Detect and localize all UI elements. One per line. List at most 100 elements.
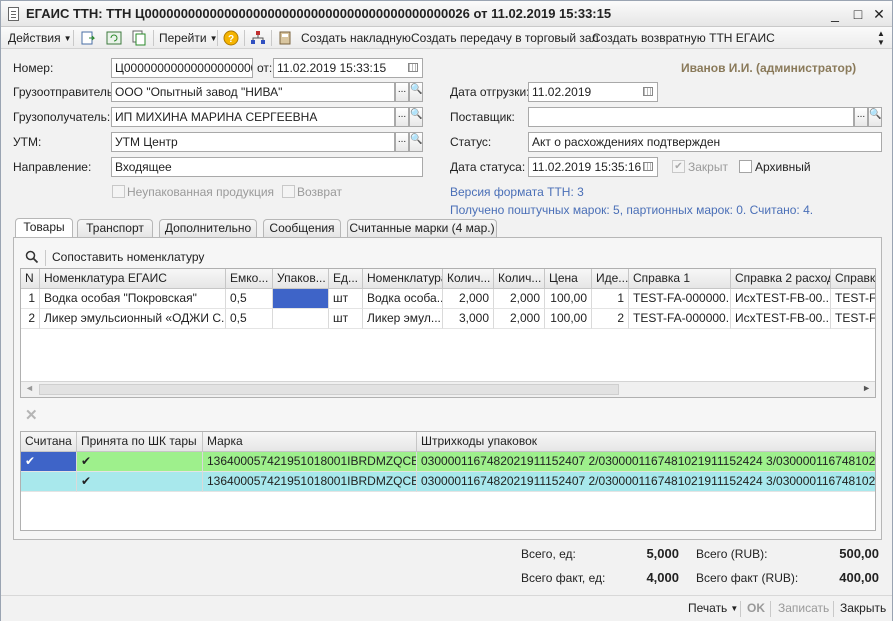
status-field[interactable]: Акт о расхождениях подтвержден	[528, 132, 882, 152]
date-field[interactable]: 11.02.2019 15:33:15	[273, 58, 423, 78]
calendar-icon[interactable]	[643, 162, 653, 171]
toolbar-separator	[73, 30, 74, 46]
consignee-field[interactable]: ИП МИХИНА МАРИНА СЕРГЕЕВНА	[111, 107, 395, 127]
document-window: ЕГАИС ТТН: ТТН Ц000000000000000000000000…	[0, 0, 893, 621]
status-date-field[interactable]: 11.02.2019 15:35:16	[528, 157, 658, 177]
supplier-open-icon[interactable]: 🔍	[868, 107, 882, 127]
toolbar-separator	[244, 30, 245, 46]
archived-checkbox[interactable]	[739, 160, 752, 173]
copy-document-icon[interactable]	[131, 30, 147, 46]
consignee-open-icon[interactable]: 🔍	[409, 107, 423, 127]
goods-horizontal-scrollbar[interactable]: ◄ ►	[21, 381, 875, 397]
utm-field[interactable]: УТМ Центр	[111, 132, 395, 152]
direction-field[interactable]: Входящее	[111, 157, 423, 177]
shipper-select-button[interactable]: ...	[395, 82, 409, 102]
column-header[interactable]: Справка 2 расход	[731, 269, 831, 289]
cell-package[interactable]	[273, 289, 329, 309]
create-return-button[interactable]: Создать возвратную ТТН ЕГАИС	[592, 30, 775, 46]
consignee-select-button[interactable]: ...	[395, 107, 409, 127]
post-document-icon[interactable]	[80, 30, 96, 46]
cell-price: 100,00	[545, 309, 592, 329]
tab-read-marks[interactable]: Считанные марки (4 мар.)	[347, 219, 497, 238]
scroll-left-icon[interactable]: ◄	[25, 383, 34, 393]
shipper-open-icon[interactable]: 🔍	[409, 82, 423, 102]
cell-package[interactable]	[273, 309, 329, 329]
number-field[interactable]: Ц000000000000000000000000000000000000000…	[111, 58, 253, 78]
print-invoice-icon[interactable]	[277, 30, 293, 46]
close-window-button[interactable]: ✕	[870, 5, 888, 23]
save-button[interactable]: Записать	[778, 600, 829, 616]
maximize-button[interactable]: □	[849, 5, 867, 23]
toolbar-overflow-icon[interactable]: ▲ ▼	[877, 29, 885, 47]
goods-table: N Номенклатура ЕГАИС Емко... Упаков... Е…	[20, 268, 876, 398]
toolbar-separator	[45, 250, 46, 266]
calendar-icon[interactable]	[408, 63, 418, 72]
footer-separator	[833, 601, 834, 617]
scroll-thumb[interactable]	[39, 384, 619, 395]
supplier-field[interactable]	[528, 107, 854, 127]
scroll-right-icon[interactable]: ►	[862, 383, 871, 393]
column-header[interactable]: Справка	[831, 269, 875, 289]
structure-icon[interactable]	[250, 30, 266, 46]
column-header[interactable]: Упаков...	[273, 269, 329, 289]
cell-read-check[interactable]: ✔	[21, 452, 77, 472]
closed-checkbox[interactable]: ✔	[672, 160, 685, 173]
ok-button[interactable]: OK	[747, 600, 765, 616]
column-header[interactable]: Номенклатура ЕГАИС	[40, 269, 226, 289]
cell-accepted-check[interactable]: ✔	[77, 452, 203, 472]
minimize-button[interactable]: _	[826, 5, 844, 23]
unpacked-checkbox[interactable]	[112, 185, 125, 198]
utm-open-icon[interactable]: 🔍	[409, 132, 423, 152]
cell-cert: TEST-F	[831, 289, 875, 309]
status-date-value: 11.02.2019 15:35:16	[532, 160, 642, 174]
column-header[interactable]: Колич...	[494, 269, 545, 289]
cell-accepted-check[interactable]: ✔	[77, 472, 203, 492]
column-header[interactable]: Емко...	[226, 269, 273, 289]
footer-bar: Печать ▼ OK Записать Закрыть	[1, 595, 892, 621]
cell-cert1: TEST-FA-000000...	[629, 309, 731, 329]
column-header[interactable]: Иде...	[592, 269, 629, 289]
create-transfer-button[interactable]: Создать передачу в торговый зал	[411, 30, 599, 46]
format-version-text: Версия формата ТТН: 3	[450, 185, 584, 199]
ship-date-label: Дата отгрузки:	[450, 85, 530, 99]
marks-table: Считана Принята по ШК тары Марка Штрихко…	[20, 431, 876, 531]
column-header[interactable]: Номенклатура	[363, 269, 443, 289]
tab-goods[interactable]: Товары	[15, 218, 73, 238]
match-search-icon[interactable]	[25, 250, 39, 267]
column-header[interactable]: N	[21, 269, 40, 289]
fact-label: Всего факт, ед:	[521, 571, 606, 585]
return-label: Возврат	[297, 185, 342, 199]
column-header[interactable]: Считана	[21, 432, 77, 452]
cell-read-check[interactable]	[21, 472, 77, 492]
toolbar-separator	[217, 30, 218, 46]
cell-quantity: 3,000	[443, 309, 494, 329]
column-header[interactable]: Справка 1	[629, 269, 731, 289]
delete-mark-icon[interactable]: ✕	[25, 408, 38, 423]
refresh-icon[interactable]	[106, 30, 122, 46]
supplier-select-button[interactable]: ...	[854, 107, 868, 127]
column-header[interactable]: Марка	[203, 432, 417, 452]
tab-transport[interactable]: Транспорт	[77, 219, 153, 238]
column-header[interactable]: Штрихкоды упаковок	[417, 432, 875, 452]
help-icon[interactable]: ?	[223, 30, 239, 46]
create-invoice-button[interactable]: Создать накладную	[301, 30, 411, 46]
close-button[interactable]: Закрыть	[840, 600, 886, 616]
print-menu-button[interactable]: Печать ▼	[688, 600, 738, 616]
cell-cert2: ИсхTEST-FB-00...	[731, 309, 831, 329]
column-header[interactable]: Принята по ШК тары	[77, 432, 203, 452]
cell-id: 1	[592, 289, 629, 309]
unpacked-label: Неупакованная продукция	[127, 185, 275, 199]
shipper-field[interactable]: ООО "Опытный завод "НИВА"	[111, 82, 395, 102]
match-nomenclature-button[interactable]: Сопоставить номенклатуру	[52, 250, 204, 264]
tab-messages[interactable]: Сообщения	[263, 219, 341, 238]
ship-date-field[interactable]: 11.02.2019	[528, 82, 658, 102]
column-header[interactable]: Колич...	[443, 269, 494, 289]
tab-additional[interactable]: Дополнительно	[159, 219, 257, 238]
return-checkbox[interactable]	[282, 185, 295, 198]
calendar-icon[interactable]	[643, 87, 653, 96]
column-header[interactable]: Цена	[545, 269, 592, 289]
utm-select-button[interactable]: ...	[395, 132, 409, 152]
goto-menu[interactable]: Перейти ▼	[159, 30, 217, 46]
actions-menu[interactable]: Действия ▼	[8, 30, 72, 46]
column-header[interactable]: Ед...	[329, 269, 363, 289]
